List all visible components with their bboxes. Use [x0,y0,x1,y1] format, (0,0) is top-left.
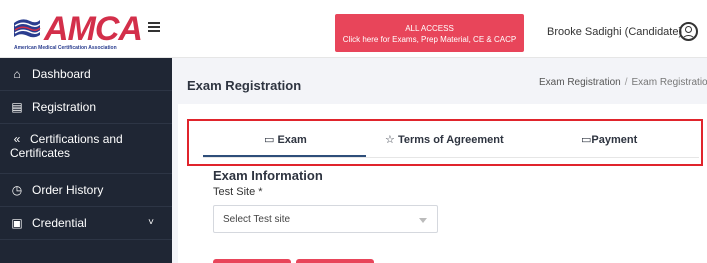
certificates-icon: « [13,132,21,146]
page-title: Exam Registration [187,78,302,93]
section-title: Exam Information [213,168,323,183]
chevron-down-icon: ˅ [148,217,154,228]
test-site-label: Test Site * [213,186,263,198]
registration-tabs: ▭ Exam ☆ Terms of Agreement ▭Payment [187,119,703,166]
tab-divider [203,157,699,158]
hamburger-menu-icon[interactable] [148,22,160,32]
sidebar-item-registration[interactable]: ▤ Registration [0,91,172,124]
test-site-select[interactable]: Select Test site [213,205,438,233]
registration-icon: ▤ [11,100,23,114]
breadcrumb: Exam Registration / Exam Registration [539,77,707,88]
flag-icon [14,18,41,37]
breadcrumb-current: Exam Registration [631,77,707,88]
credential-icon: ▣ [11,216,23,230]
all-access-subtitle: Click here for Exams, Prep Material, CE … [342,35,517,44]
sidebar-item-label: Dashboard [32,67,91,81]
logo-text: AMCA [44,9,143,48]
all-access-button[interactable]: ALL ACCESS Click here for Exams, Prep Ma… [335,14,524,52]
star-icon: ☆ [385,134,395,146]
all-access-title: ALL ACCESS [405,24,454,33]
top-bar: ALL ACCESS Click here for Exams, Prep Ma… [172,0,707,58]
logo-subtitle: American Medical Certification Associati… [14,45,117,51]
sidebar-item-dashboard[interactable]: ⌂ Dashboard [0,58,172,91]
action-button[interactable] [296,259,374,263]
exam-icon: ▭ [264,134,275,146]
sidebar-item-certifications[interactable]: «Certifications and Certificates [0,124,172,174]
card-icon: ▭ [581,134,592,146]
user-name[interactable]: Brooke Sadighi (Candidate) [547,26,682,38]
clock-icon: ◷ [11,183,23,197]
tab-terms-of-agreement[interactable]: ☆ Terms of Agreement [385,133,504,146]
logo[interactable]: AMCA American Medical Certification Asso… [0,0,172,58]
active-tab-indicator [203,155,366,157]
sidebar-item-credential[interactable]: ▣ Credential ˅ [0,207,172,240]
action-button[interactable] [213,259,291,263]
sidebar-item-order-history[interactable]: ◷ Order History [0,174,172,207]
tab-payment[interactable]: ▭Payment [581,133,637,146]
sidebar-item-label: Registration [32,100,97,114]
sidebar-item-label: Certifications and Certificates [10,132,123,160]
sidebar-item-label: Order History [32,183,104,197]
sidebar: AMCA American Medical Certification Asso… [0,0,172,263]
test-site-value: Select Test site [223,214,291,225]
tab-exam[interactable]: ▭ Exam [264,133,307,146]
user-avatar-icon[interactable] [679,22,698,41]
caret-down-icon [419,218,427,223]
breadcrumb-item[interactable]: Exam Registration [539,77,621,88]
sidebar-item-label: Credential [32,216,87,230]
home-icon: ⌂ [13,67,21,81]
